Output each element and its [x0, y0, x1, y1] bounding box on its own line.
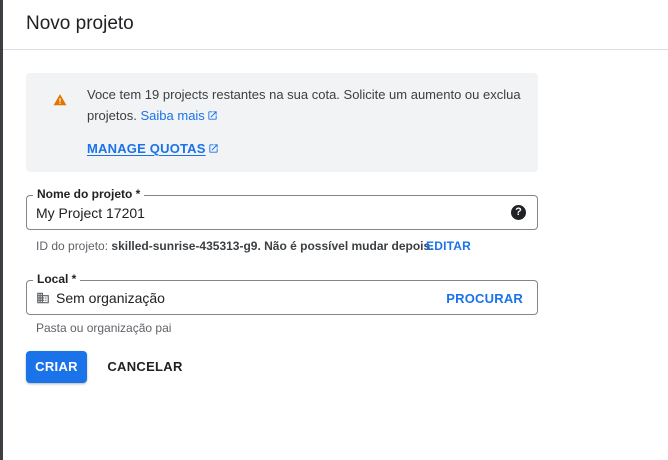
external-link-icon	[208, 111, 217, 120]
quota-banner: Voce tem 19 projects restantes na sua co…	[26, 73, 538, 172]
project-name-field[interactable]: Nome do projeto * My Project 17201 ?	[26, 187, 538, 230]
browse-button[interactable]: PROCURAR	[446, 291, 523, 306]
project-id-text: ID do projeto: skilled-sunrise-435313-g9…	[36, 239, 434, 253]
project-name-label: Nome do projeto *	[33, 187, 145, 201]
location-label: Local *	[33, 272, 81, 286]
cancel-button[interactable]: CANCELAR	[100, 351, 190, 383]
project-id-prefix: ID do projeto:	[36, 239, 109, 253]
location-field[interactable]: Local * Sem organização PROCURAR	[26, 272, 538, 315]
location-value: Sem organização	[56, 290, 165, 306]
manage-quotas-link[interactable]: MANAGE QUOTAS	[87, 141, 219, 156]
help-icon[interactable]: ?	[511, 205, 526, 220]
warning-icon	[53, 94, 67, 106]
project-id-value: skilled-sunrise-435313-g9. Não é possíve…	[111, 239, 434, 253]
learn-more-link[interactable]: Saiba mais	[141, 108, 218, 123]
edit-project-id-button[interactable]: EDITAR	[426, 239, 471, 253]
project-name-input[interactable]: My Project 17201	[36, 205, 145, 221]
location-hint: Pasta ou organização pai	[36, 321, 172, 335]
external-link-icon	[209, 144, 218, 153]
building-icon	[37, 292, 49, 304]
manage-quotas-label: MANAGE QUOTAS	[87, 141, 206, 156]
page-title: Novo projeto	[26, 13, 134, 34]
page-header: Novo projeto	[3, 0, 668, 50]
window-edge	[0, 0, 3, 460]
learn-more-label: Saiba mais	[140, 108, 205, 123]
create-button[interactable]: CRIAR	[26, 351, 87, 383]
quota-message: Voce tem 19 projects restantes na sua co…	[87, 84, 527, 126]
